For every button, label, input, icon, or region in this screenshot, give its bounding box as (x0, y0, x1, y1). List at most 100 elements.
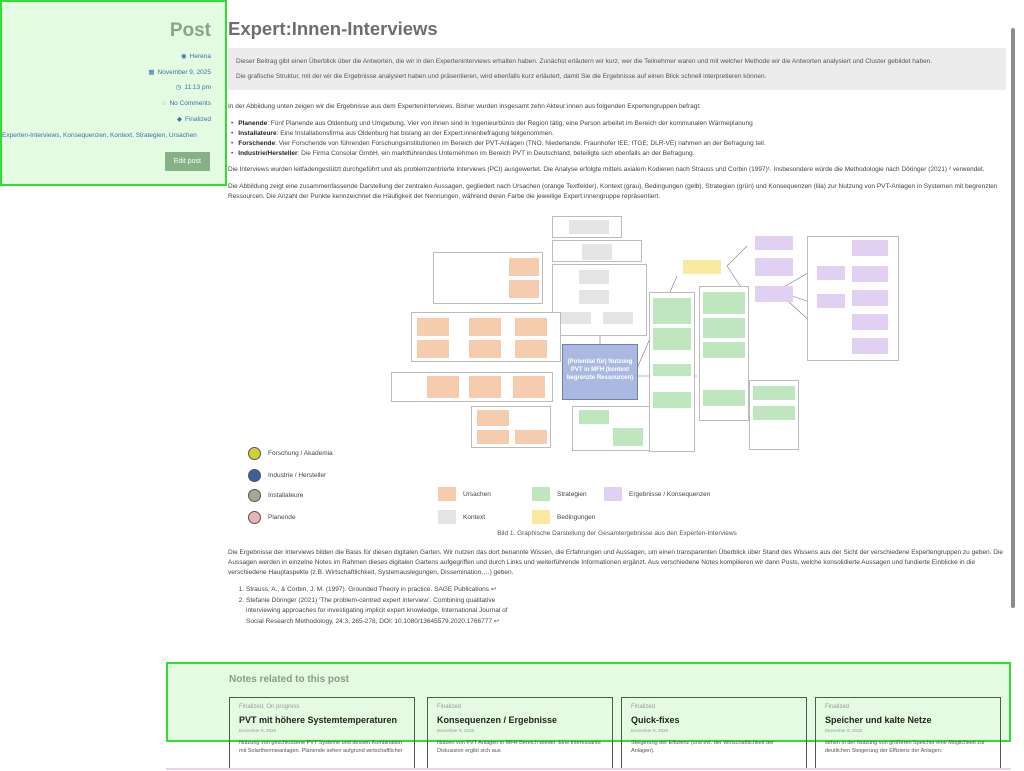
related-notes-section: Notes related to this post Finalized, On… (166, 662, 1011, 769)
expert-group-list: Planende: Fünf Planende aus Oldenburg un… (238, 119, 1006, 159)
swatch-icon (604, 487, 622, 501)
card-date: December 9, 2025 (437, 728, 475, 733)
consequence-note (755, 286, 793, 302)
vertical-scrollbar[interactable] (1011, 28, 1015, 608)
post-date: November 9, 2025 (157, 68, 211, 76)
context-note (569, 220, 609, 234)
card-status: Finalized (825, 704, 850, 710)
cause-note (417, 318, 449, 336)
consequence-note (755, 258, 793, 276)
intro-paragraph: Dieser Beitrag gibt einen Überblick über… (236, 58, 933, 65)
comments-meta[interactable]: ◌ No Comments (2, 96, 211, 112)
strategy-note (653, 298, 691, 324)
group-text: : Die Firma Consolar GmbH, ein marktführ… (297, 150, 695, 157)
card-excerpt: sehen in der Nutzung von größeren Speich… (825, 740, 985, 754)
cause-note (417, 340, 449, 358)
comment-icon: ◌ (162, 100, 167, 108)
status-link[interactable]: Finalized (185, 116, 211, 123)
legend-item: Strategien (532, 487, 587, 501)
figure-caption: Bild 1. Graphische Darstellung der Gesam… (497, 530, 737, 537)
dot-icon (248, 489, 261, 502)
diagram-legend: Forschung / Akademia Industrie / Herstel… (248, 447, 793, 527)
consequence-note (852, 290, 888, 306)
edit-post-button[interactable]: Edit post (164, 152, 210, 172)
list-item: Planende: Fünf Planende aus Oldenburg un… (238, 119, 1006, 129)
consequence-note (852, 338, 888, 354)
strategy-note (753, 406, 795, 420)
legend-label: Industrie / Hersteller (268, 472, 327, 479)
list-item: Forschende: Vier Forschende von führende… (238, 139, 1006, 149)
strategy-note (703, 292, 745, 314)
swatch-icon (532, 510, 550, 524)
group-text: : Eine Installationsfirma aus Oldenburg … (276, 130, 554, 137)
card-title[interactable]: Konsequenzen / Ergebnisse (437, 715, 603, 725)
consequence-note (852, 314, 888, 330)
cause-note (515, 318, 547, 336)
status-meta[interactable]: ◆ Finalized (2, 112, 211, 128)
card-title[interactable]: Speicher und kalte Netze (825, 715, 991, 725)
author-link[interactable]: Herena (190, 53, 211, 60)
post-meta-sidebar: Post ◉ Herena ▦ November 9, 2025 ◷ 11:13 pm… (0, 0, 227, 186)
context-note (561, 312, 591, 324)
strategy-note (653, 328, 691, 350)
dot-icon (248, 447, 261, 460)
cause-note (513, 376, 545, 398)
cause-note (509, 258, 539, 276)
strategy-note (653, 364, 691, 376)
tag-icon: ◆ (176, 115, 182, 123)
related-note-card[interactable]: Finalized Quick-fixes December 9, 2025 S… (621, 697, 807, 769)
strategy-note (703, 390, 745, 406)
group-name: Industrie/Hersteller (238, 150, 298, 157)
card-date: December 9, 2025 (825, 728, 863, 733)
list-item: Installateure: Eine Installationsfirma a… (238, 129, 1006, 139)
group-name: Installateure (238, 130, 277, 137)
footer-divider (166, 768, 1011, 770)
card-title[interactable]: Quick-fixes (631, 715, 797, 725)
method-paragraph: Die Interviews wurden leitfadengestützt … (228, 166, 985, 173)
user-icon: ◉ (181, 53, 187, 60)
legend-item: Planende (248, 511, 295, 524)
strategy-note (703, 342, 745, 358)
cause-note (477, 430, 509, 444)
legend-label: Kontext (463, 513, 486, 521)
strategy-note (613, 428, 643, 446)
comments-link[interactable]: No Comments (169, 100, 211, 107)
cause-note (515, 340, 547, 358)
calendar-icon: ▦ (148, 68, 155, 76)
tags-meta[interactable]: Experten-Interviews, Konsequenzen, Konte… (2, 128, 213, 144)
card-date: December 9, 2025 (631, 728, 669, 733)
related-heading: Notes related to this post (229, 674, 350, 685)
related-note-card[interactable]: Finalized Konsequenzen / Ergebnisse Dece… (427, 697, 613, 769)
strategy-note (579, 410, 609, 424)
cause-note (469, 340, 501, 358)
lead-paragraph: In der Abbildung unten zeigen wir die Er… (228, 103, 701, 110)
card-status: Finalized (437, 704, 462, 710)
card-title[interactable]: PVT mit höhere Systemtemperaturen (239, 715, 405, 725)
context-note (603, 312, 633, 324)
legend-label: Bedingungen (557, 513, 596, 521)
legend-item: Kontext (438, 510, 485, 524)
cause-note (427, 376, 459, 398)
intro-paragraph: Die grafische Struktur, mit der wir die … (236, 73, 767, 80)
dot-icon (248, 511, 261, 524)
cause-note (477, 410, 509, 426)
post-time: 11:13 pm (184, 84, 211, 92)
group-text: : Vier Forschende von führenden Forschun… (275, 140, 766, 147)
related-note-card[interactable]: Finalized Speicher und kalte Netze Decem… (815, 697, 1001, 769)
legend-label: Ergebnisse / Konsequenzen (629, 490, 711, 498)
swatch-icon (532, 487, 550, 501)
cause-note (469, 376, 501, 398)
clock-icon: ◷ (175, 84, 182, 92)
card-date: December 9, 2025 (239, 728, 277, 733)
footnotes: Strauss, A., & Corbin, J. M. (1997). Gro… (246, 585, 1006, 627)
legend-item: Bedingungen (532, 510, 595, 524)
author-meta[interactable]: ◉ Herena (2, 49, 211, 65)
tags-list[interactable]: Experten-Interviews, Konsequenzen, Konte… (2, 132, 197, 139)
related-note-card[interactable]: Finalized, On progress PVT mit höhere Sy… (229, 697, 415, 769)
legend-label: Forschung / Akademia (268, 450, 333, 457)
intro-box: Dieser Beitrag gibt einen Überblick über… (228, 48, 1006, 90)
post-content: Expert:Innen-Interviews Dieser Beitrag g… (228, 18, 1006, 506)
card-excerpt: Nutzung von geschlossene PVT Systeme und… (239, 740, 403, 754)
legend-item: Ursachen (438, 487, 491, 501)
legend-item: Forschung / Akademia (248, 447, 333, 460)
